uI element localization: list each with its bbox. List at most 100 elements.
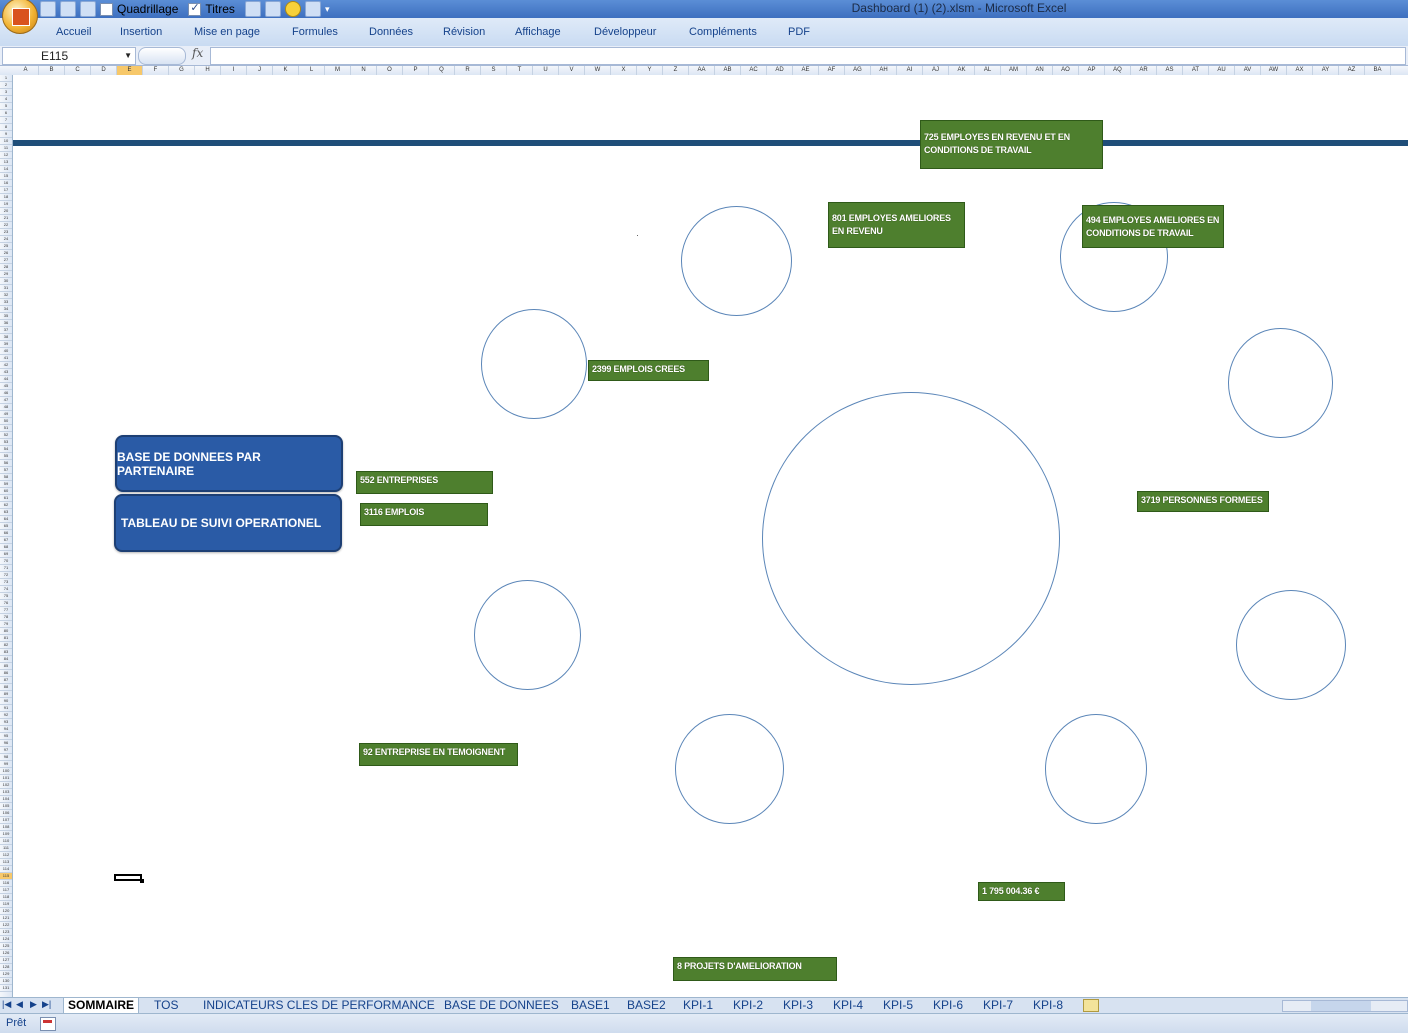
column-header[interactable]: J [247, 66, 273, 75]
row-header[interactable]: 64 [0, 516, 12, 523]
row-header[interactable]: 79 [0, 621, 12, 628]
column-header[interactable]: AH [871, 66, 897, 75]
row-header[interactable]: 41 [0, 355, 12, 362]
row-header[interactable]: 103 [0, 789, 12, 796]
row-header[interactable]: 83 [0, 649, 12, 656]
column-header[interactable]: N [351, 66, 377, 75]
row-header[interactable]: 90 [0, 698, 12, 705]
row-header[interactable]: 28 [0, 264, 12, 271]
column-header[interactable]: AA [689, 66, 715, 75]
row-header[interactable]: 121 [0, 915, 12, 922]
tab-indicateurs[interactable]: INDICATEURS CLES DE PERFORMANCE [203, 998, 435, 1013]
column-header[interactable]: AK [949, 66, 975, 75]
row-header[interactable]: 61 [0, 495, 12, 502]
first-sheet-icon[interactable]: |◀ [2, 999, 11, 1010]
column-header[interactable]: V [559, 66, 585, 75]
row-header[interactable]: 89 [0, 691, 12, 698]
row-header[interactable]: 130 [0, 978, 12, 985]
row-header[interactable]: 88 [0, 684, 12, 691]
row-header[interactable]: 116 [0, 880, 12, 887]
column-header[interactable]: I [221, 66, 247, 75]
column-header[interactable]: AC [741, 66, 767, 75]
row-header[interactable]: 33 [0, 299, 12, 306]
row-header[interactable]: 74 [0, 586, 12, 593]
row-header[interactable]: 91 [0, 705, 12, 712]
tableau-suivi-button[interactable]: TABLEAU DE SUIVI OPERATIONEL [114, 494, 342, 552]
row-header[interactable]: 18 [0, 194, 12, 201]
row-header[interactable]: 27 [0, 257, 12, 264]
column-header[interactable]: U [533, 66, 559, 75]
tab-pdf[interactable]: PDF [788, 26, 810, 38]
row-header[interactable]: 15 [0, 173, 12, 180]
column-header[interactable]: AZ [1339, 66, 1365, 75]
column-header[interactable]: L [299, 66, 325, 75]
row-header[interactable]: 47 [0, 397, 12, 404]
tab-base-de-donnees[interactable]: BASE DE DONNEES [444, 998, 559, 1013]
row-header[interactable]: 10 [0, 138, 12, 145]
tab-formules[interactable]: Formules [292, 26, 338, 38]
row-header[interactable]: 38 [0, 334, 12, 341]
row-header[interactable]: 78 [0, 614, 12, 621]
column-header[interactable]: AR [1131, 66, 1157, 75]
circle-bottom-right[interactable] [1045, 714, 1147, 824]
row-header[interactable]: 107 [0, 817, 12, 824]
row-header[interactable]: 104 [0, 796, 12, 803]
row-header[interactable]: 1 [0, 75, 12, 82]
tab-mise-en-page[interactable]: Mise en page [194, 26, 260, 38]
kpi-montant[interactable]: 1 795 004.36 € [978, 882, 1065, 901]
column-header[interactable]: B [39, 66, 65, 75]
column-header[interactable]: D [91, 66, 117, 75]
column-header[interactable]: C [65, 66, 91, 75]
row-header[interactable]: 102 [0, 782, 12, 789]
row-header[interactable]: 11 [0, 145, 12, 152]
row-header[interactable]: 119 [0, 901, 12, 908]
next-sheet-icon[interactable]: ▶ [30, 999, 37, 1010]
row-header[interactable]: 70 [0, 558, 12, 565]
row-header[interactable]: 127 [0, 957, 12, 964]
column-header[interactable]: Q [429, 66, 455, 75]
row-header[interactable]: 98 [0, 754, 12, 761]
horizontal-scrollbar[interactable] [1282, 1000, 1408, 1012]
active-cell-e115[interactable] [114, 874, 144, 883]
column-header[interactable]: F [143, 66, 169, 75]
row-header[interactable]: 126 [0, 950, 12, 957]
row-header[interactable]: 3 [0, 89, 12, 96]
row-header[interactable]: 23 [0, 229, 12, 236]
circle-right-upper[interactable] [1228, 328, 1333, 438]
row-header[interactable]: 2 [0, 82, 12, 89]
row-header[interactable]: 63 [0, 509, 12, 516]
row-header[interactable]: 6 [0, 110, 12, 117]
column-header[interactable]: AU [1209, 66, 1235, 75]
tab-sommaire[interactable]: SOMMAIRE [63, 998, 139, 1014]
row-header[interactable]: 67 [0, 537, 12, 544]
column-header[interactable]: M [325, 66, 351, 75]
kpi-ameliores-conditions[interactable]: 494 EMPLOYES AMELIORES EN CONDITIONS DE … [1082, 205, 1224, 248]
row-header[interactable]: 128 [0, 964, 12, 971]
column-header[interactable]: Y [637, 66, 663, 75]
kpi-emplois[interactable]: 3116 EMPLOIS [360, 503, 488, 526]
row-header[interactable]: 113 [0, 859, 12, 866]
insert-sheet-icon[interactable] [1083, 999, 1099, 1012]
column-header[interactable]: X [611, 66, 637, 75]
column-header[interactable]: Z [663, 66, 689, 75]
row-header[interactable]: 85 [0, 663, 12, 670]
column-header[interactable]: AE [793, 66, 819, 75]
row-header[interactable]: 7 [0, 117, 12, 124]
insert-function-icon[interactable]: fx [192, 46, 203, 60]
column-header[interactable]: AM [1001, 66, 1027, 75]
row-header[interactable]: 9 [0, 131, 12, 138]
column-header[interactable]: AI [897, 66, 923, 75]
row-header[interactable]: 42 [0, 362, 12, 369]
column-header[interactable]: AS [1157, 66, 1183, 75]
row-header[interactable]: 20 [0, 208, 12, 215]
macro-record-icon[interactable] [40, 1017, 56, 1031]
row-header[interactable]: 112 [0, 852, 12, 859]
row-header[interactable]: 73 [0, 579, 12, 586]
circle-lower-left[interactable] [474, 580, 581, 690]
column-header[interactable]: BA [1365, 66, 1391, 75]
circle-upper-left[interactable] [481, 309, 587, 419]
prev-sheet-icon[interactable]: ◀ [16, 999, 23, 1010]
column-header[interactable]: G [169, 66, 195, 75]
tab-complements[interactable]: Compléments [689, 26, 757, 38]
row-header[interactable]: 36 [0, 320, 12, 327]
